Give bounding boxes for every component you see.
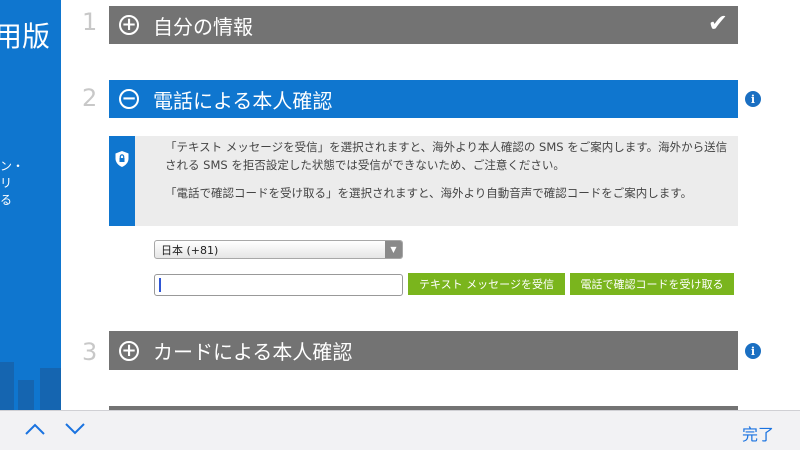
step-number: 2 xyxy=(82,84,98,112)
receive-sms-button[interactable]: テキスト メッセージを受信 xyxy=(408,273,565,295)
section-title: 自分の情報 xyxy=(153,14,253,39)
checkmark-icon: ✔ xyxy=(707,9,728,37)
section-title: 電話による本人確認 xyxy=(153,88,333,113)
dropdown-arrow-icon: ▼ xyxy=(385,241,402,258)
notice-paragraph-sms: 「テキスト メッセージを受信」を選択されますと、海外より本人確認の SMS をご… xyxy=(165,140,728,172)
section-header-card-verification[interactable]: + カードによる本人確認 xyxy=(109,331,738,370)
info-icon[interactable]: i xyxy=(745,91,761,107)
section-title: カードによる本人確認 xyxy=(153,340,353,364)
skyline-decoration xyxy=(40,368,61,410)
chevron-up-icon[interactable] xyxy=(24,421,46,437)
text-caret xyxy=(159,278,161,292)
left-panel-text-line: ン・ xyxy=(0,159,25,173)
chevron-down-icon[interactable] xyxy=(64,421,86,437)
phone-number-input[interactable] xyxy=(154,274,403,296)
expand-plus-icon: + xyxy=(119,15,139,35)
info-icon[interactable]: i xyxy=(745,343,761,359)
section-header-personal-info[interactable]: + 自分の情報 ✔ xyxy=(109,6,738,44)
section-header-phone-verification[interactable]: − 電話による本人確認 xyxy=(109,80,738,118)
notice-accent-strip xyxy=(109,136,135,226)
collapse-minus-icon: − xyxy=(119,89,139,109)
left-panel-text-line: リ xyxy=(0,176,13,190)
receive-call-code-button[interactable]: 電話で確認コードを受け取る xyxy=(570,273,734,295)
left-panel-text-line: る xyxy=(0,193,13,207)
shield-icon xyxy=(115,151,129,167)
notice-paragraph-voice: 「電話で確認コードを受け取る」を選択されますと、海外より自動音声で確認コードをご… xyxy=(165,186,693,200)
country-code-select[interactable]: 日本 (+81) ▼ xyxy=(154,240,403,259)
skyline-decoration xyxy=(18,380,34,410)
left-side-panel: 用版 ン・ リ る xyxy=(0,0,61,410)
notice-box: 「テキスト メッセージを受信」を選択されますと、海外より本人確認の SMS をご… xyxy=(109,136,738,226)
skyline-decoration xyxy=(0,362,14,410)
done-button[interactable]: 完了 xyxy=(742,421,774,445)
step-number: 1 xyxy=(82,8,98,36)
step-number: 3 xyxy=(82,338,98,366)
keyboard-accessory-toolbar: 完了 xyxy=(0,410,800,450)
expand-plus-icon: + xyxy=(119,340,139,361)
country-select-value: 日本 (+81) xyxy=(161,243,219,257)
left-panel-title: 用版 xyxy=(0,20,51,53)
